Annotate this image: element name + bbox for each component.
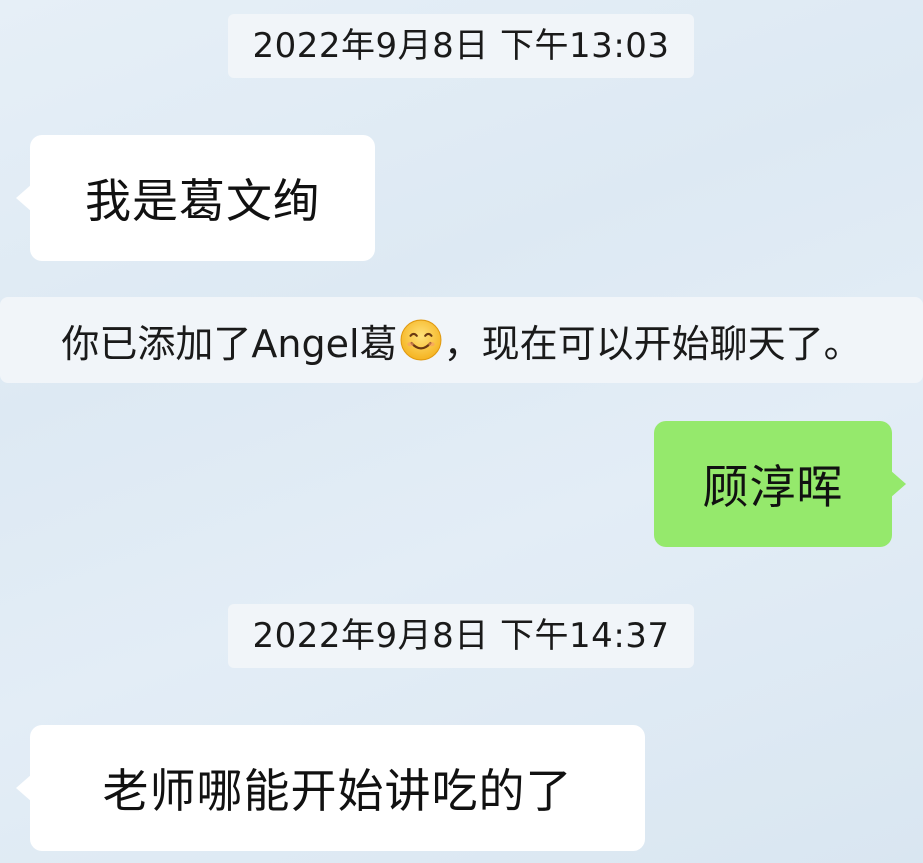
message-text: 老师哪能开始讲吃的了 [102,764,573,818]
incoming-message-bubble[interactable]: 老师哪能开始讲吃的了 [16,725,645,851]
bubble-tail [890,470,906,498]
message-text: 我是葛文绚 [85,174,320,228]
message-text: 顾淳晖 [702,460,844,514]
chat-history[interactable]: 2022年9月8日 下午13:03 我是葛文绚 你已添加了Angel葛 ，现在可… [0,0,923,863]
system-notice-text-continued: ，现在可以开始聊天了。 [443,321,862,366]
outgoing-message-bubble[interactable]: 顾淳晖 [654,421,906,547]
system-notice: 你已添加了Angel葛 ，现在可以开始聊天了。 [0,297,923,383]
bubble-tail [16,184,32,212]
smiling-face-emoji-icon [400,319,442,361]
message-timestamp: 2022年9月8日 下午13:03 [228,14,694,78]
incoming-message-bubble[interactable]: 我是葛文绚 [16,135,375,261]
message-timestamp: 2022年9月8日 下午14:37 [228,604,694,668]
bubble-tail [16,774,32,802]
system-notice-text: 你已添加了Angel葛 [61,321,398,366]
